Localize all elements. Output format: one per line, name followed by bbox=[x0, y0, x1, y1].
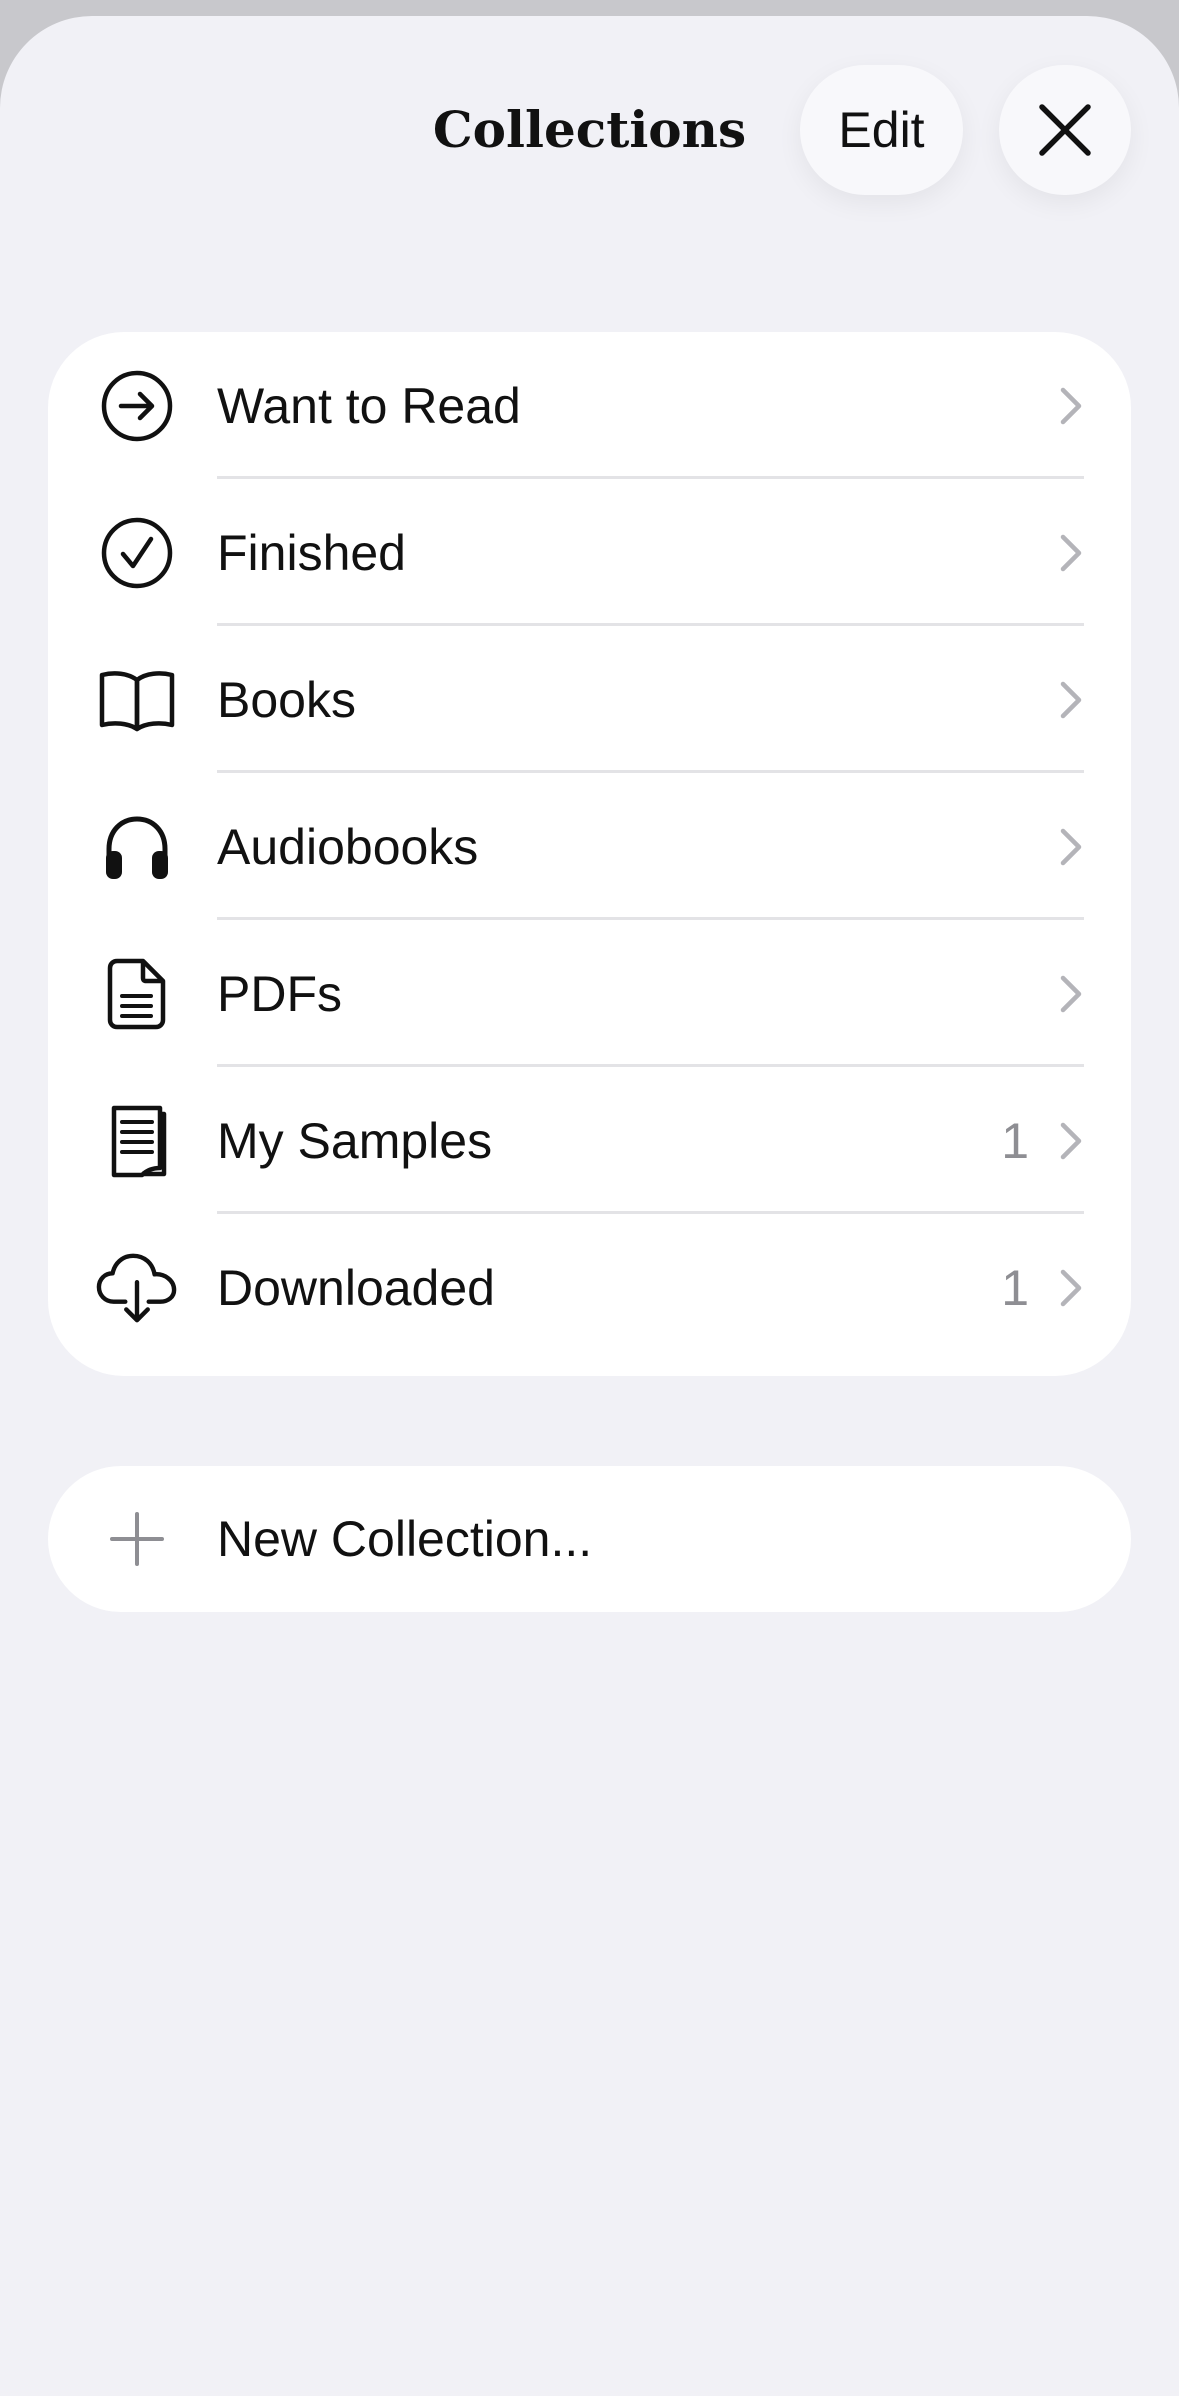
collection-label: My Samples bbox=[217, 1112, 493, 1169]
collection-row-downloaded[interactable]: Downloaded 1 bbox=[48, 1214, 1131, 1361]
arrow-circle-right-icon bbox=[96, 365, 178, 447]
new-collection-label: New Collection... bbox=[217, 1511, 593, 1567]
chevron-right-icon bbox=[1060, 534, 1082, 571]
document-icon bbox=[96, 953, 178, 1035]
collection-row-finished[interactable]: Finished bbox=[48, 479, 1131, 626]
collection-row-books[interactable]: Books bbox=[48, 626, 1131, 773]
plus-icon bbox=[96, 1498, 178, 1580]
collections-sheet: Collections Edit Want to Read Finished B… bbox=[0, 16, 1179, 2396]
new-collection-button[interactable]: New Collection... bbox=[48, 1466, 1131, 1612]
chevron-right-icon bbox=[1060, 1269, 1082, 1306]
collection-label: Want to Read bbox=[217, 377, 521, 434]
collection-row-pdfs[interactable]: PDFs bbox=[48, 920, 1131, 1067]
collection-count: 1 bbox=[1001, 1112, 1029, 1169]
cloud-download-icon bbox=[96, 1247, 178, 1329]
close-button[interactable] bbox=[999, 65, 1131, 195]
headphones-icon bbox=[96, 806, 178, 888]
chevron-right-icon bbox=[1060, 681, 1082, 718]
collection-row-my-samples[interactable]: My Samples 1 bbox=[48, 1067, 1131, 1214]
collection-label: Audiobooks bbox=[217, 818, 479, 875]
chevron-right-icon bbox=[1060, 1122, 1082, 1159]
collection-count: 1 bbox=[1001, 1259, 1029, 1316]
collection-label: PDFs bbox=[217, 965, 342, 1022]
chevron-right-icon bbox=[1060, 828, 1082, 865]
close-icon bbox=[1039, 104, 1091, 156]
chevron-right-icon bbox=[1060, 975, 1082, 1012]
collection-label: Finished bbox=[217, 524, 406, 581]
collection-row-audiobooks[interactable]: Audiobooks bbox=[48, 773, 1131, 920]
collection-row-want-to-read[interactable]: Want to Read bbox=[48, 332, 1131, 479]
collection-label: Books bbox=[217, 671, 356, 728]
edit-button[interactable]: Edit bbox=[800, 65, 963, 195]
chevron-right-icon bbox=[1060, 387, 1082, 424]
checkmark-circle-icon bbox=[96, 512, 178, 594]
collection-label: Downloaded bbox=[217, 1259, 495, 1316]
open-book-icon bbox=[96, 659, 178, 741]
new-collection-card: New Collection... bbox=[48, 1466, 1131, 1612]
sample-book-icon bbox=[96, 1100, 178, 1182]
collections-list: Want to Read Finished Books Audiobooks P… bbox=[48, 332, 1131, 1376]
